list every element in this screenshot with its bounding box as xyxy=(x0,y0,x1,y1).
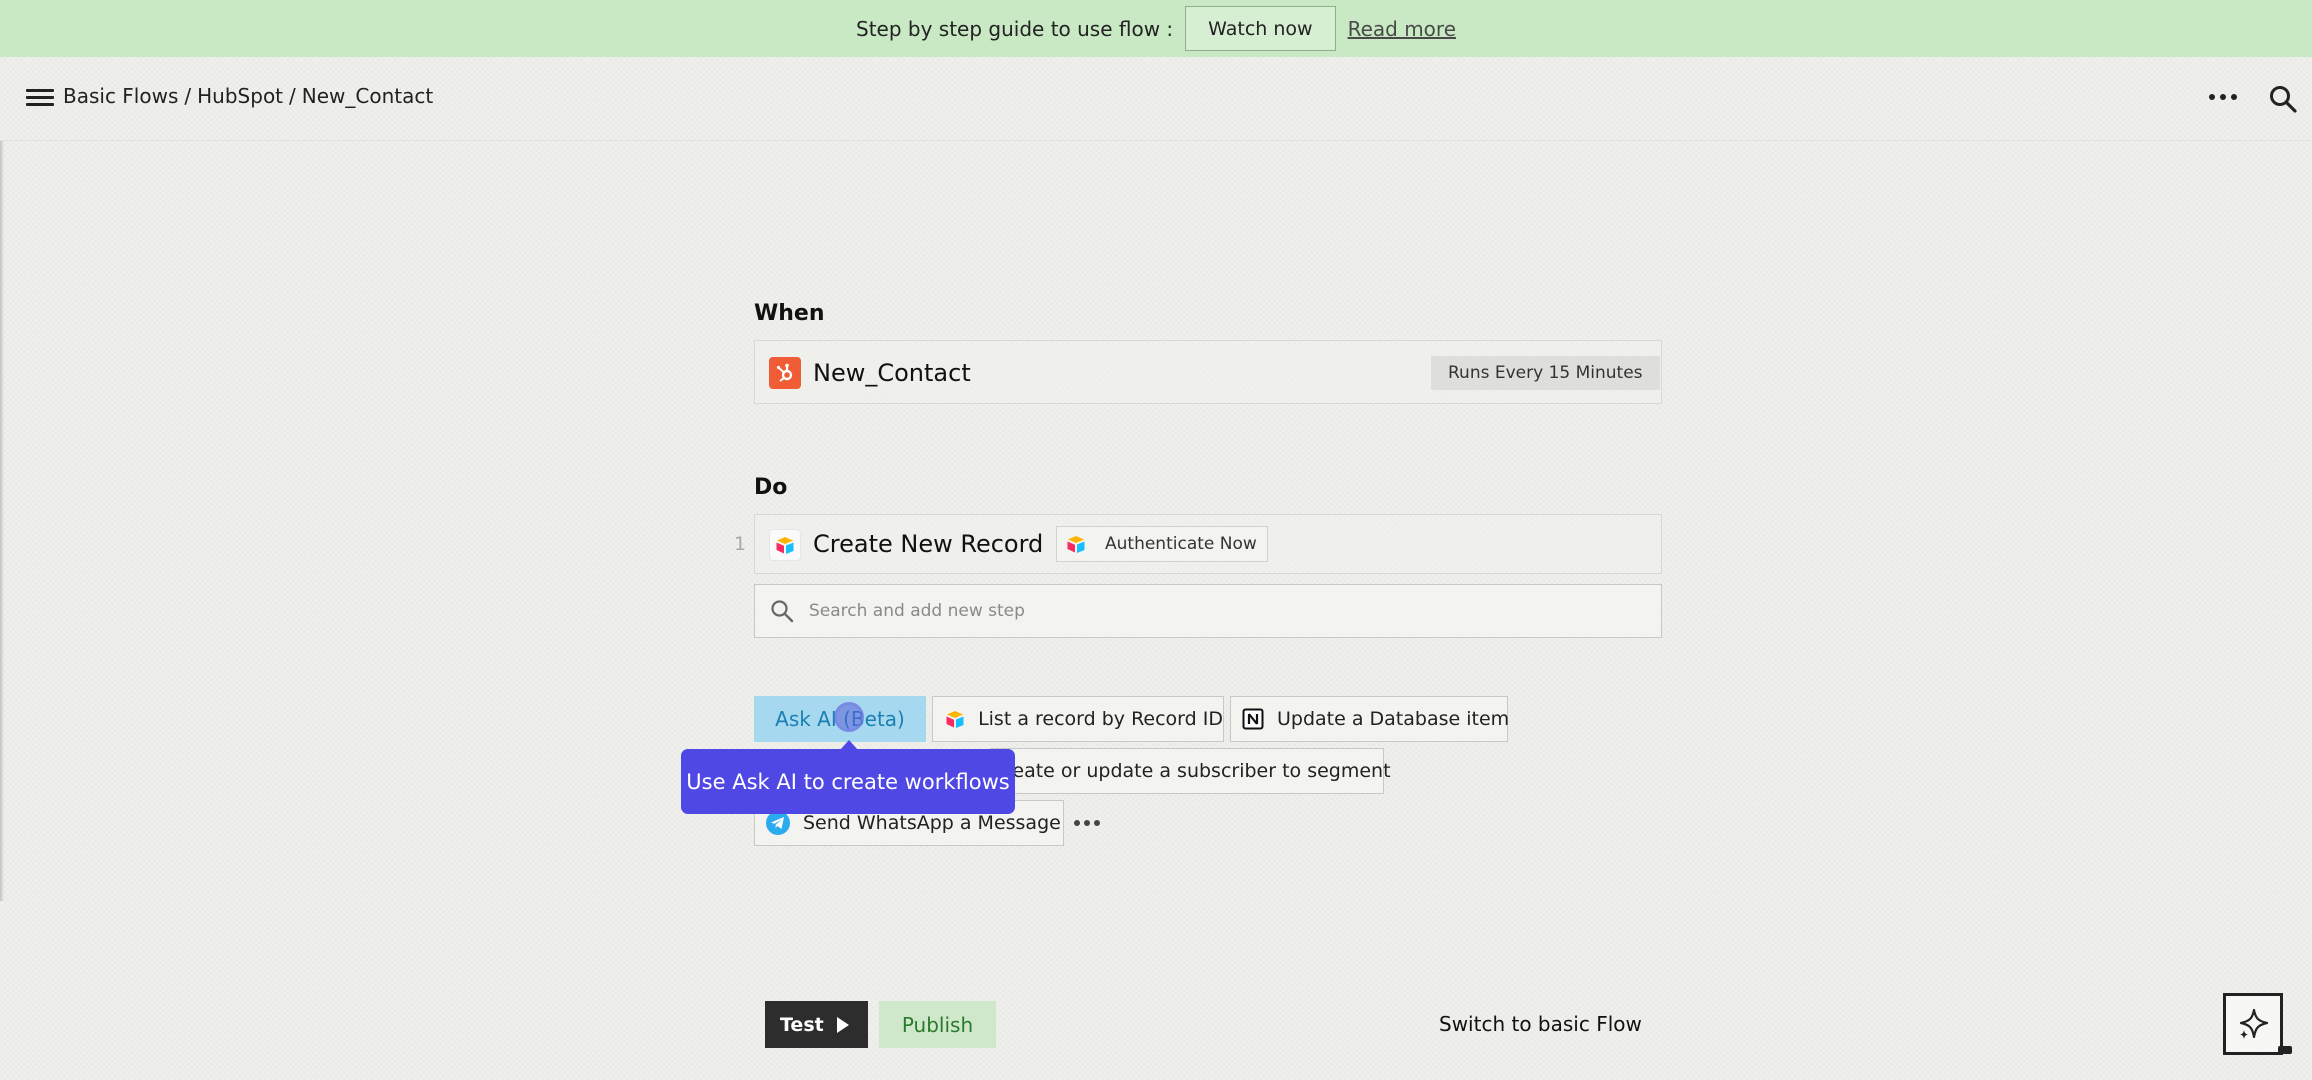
add-step-search xyxy=(754,584,1662,638)
schedule-badge[interactable]: Runs Every 15 Minutes xyxy=(1431,356,1660,390)
authenticate-now-button[interactable]: Authenticate Now xyxy=(1056,526,1268,562)
search-icon[interactable] xyxy=(2268,84,2298,114)
ask-ai-tooltip: Use Ask AI to create workflows xyxy=(681,740,1015,814)
breadcrumb-item-hubspot[interactable]: HubSpot xyxy=(197,84,283,108)
play-icon xyxy=(837,1017,849,1033)
add-step-search-input[interactable] xyxy=(809,601,1629,621)
action-step-card[interactable]: Create New Record Authenticate Now xyxy=(754,514,1662,574)
ai-assistant-button[interactable] xyxy=(2223,993,2292,1055)
suggestion-label: Send WhatsApp a Message xyxy=(803,812,1061,834)
notion-icon xyxy=(1241,706,1265,732)
app-header: Basic Flows / HubSpot / New_Contact xyxy=(0,57,2312,141)
airtable-icon xyxy=(1065,533,1087,555)
test-label: Test xyxy=(780,1013,824,1036)
switch-to-basic-flow-link[interactable]: Switch to basic Flow xyxy=(1439,1012,1642,1036)
suggestion-update-database[interactable]: Update a Database item xyxy=(1230,696,1510,742)
search-icon xyxy=(771,600,794,623)
breadcrumb-separator: / xyxy=(289,84,296,108)
when-title: When xyxy=(754,301,825,326)
trigger-card[interactable]: New_Contact Runs Every 15 Minutes xyxy=(754,340,1662,404)
do-title: Do xyxy=(754,475,788,500)
breadcrumb-item-basic-flows[interactable]: Basic Flows xyxy=(63,84,178,108)
airtable-icon xyxy=(943,706,966,732)
watch-now-button[interactable]: Watch now xyxy=(1185,6,1336,51)
sparkle-icon xyxy=(2239,1008,2269,1039)
suggestion-label: Update a Database item xyxy=(1277,708,1510,730)
suggestion-label: List a record by Record ID xyxy=(978,708,1223,730)
guide-banner: Step by step guide to use flow : Watch n… xyxy=(0,0,2312,57)
more-icon[interactable] xyxy=(2209,94,2237,100)
breadcrumb-separator: / xyxy=(184,84,192,108)
guide-text: Step by step guide to use flow : xyxy=(856,16,1174,41)
breadcrumb-item-new-contact: New_Contact xyxy=(301,84,434,108)
action-name: Create New Record xyxy=(813,530,1044,558)
step-number: 1 xyxy=(734,533,747,555)
suggestion-subscriber-segment[interactable]: reate or update a subscriber to segment xyxy=(990,748,1391,794)
suggestion-label: reate or update a subscriber to segment xyxy=(1005,760,1391,782)
plug-icon xyxy=(2278,1046,2292,1054)
test-button[interactable]: Test xyxy=(765,1001,868,1048)
touch-indicator xyxy=(834,702,864,732)
publish-button[interactable]: Publish xyxy=(879,1001,996,1048)
menu-icon[interactable] xyxy=(26,87,54,109)
airtable-icon xyxy=(769,529,801,561)
more-suggestions-icon[interactable] xyxy=(1074,820,1100,826)
breadcrumb: Basic Flows / HubSpot / New_Contact xyxy=(63,84,433,108)
hubspot-icon xyxy=(769,357,801,389)
authenticate-now-label: Authenticate Now xyxy=(1105,534,1257,554)
trigger-name: New_Contact xyxy=(813,359,971,387)
suggestion-list-record[interactable]: List a record by Record ID xyxy=(932,696,1224,742)
panel-edge-shadow xyxy=(0,141,4,901)
read-more-link[interactable]: Read more xyxy=(1348,17,1456,41)
